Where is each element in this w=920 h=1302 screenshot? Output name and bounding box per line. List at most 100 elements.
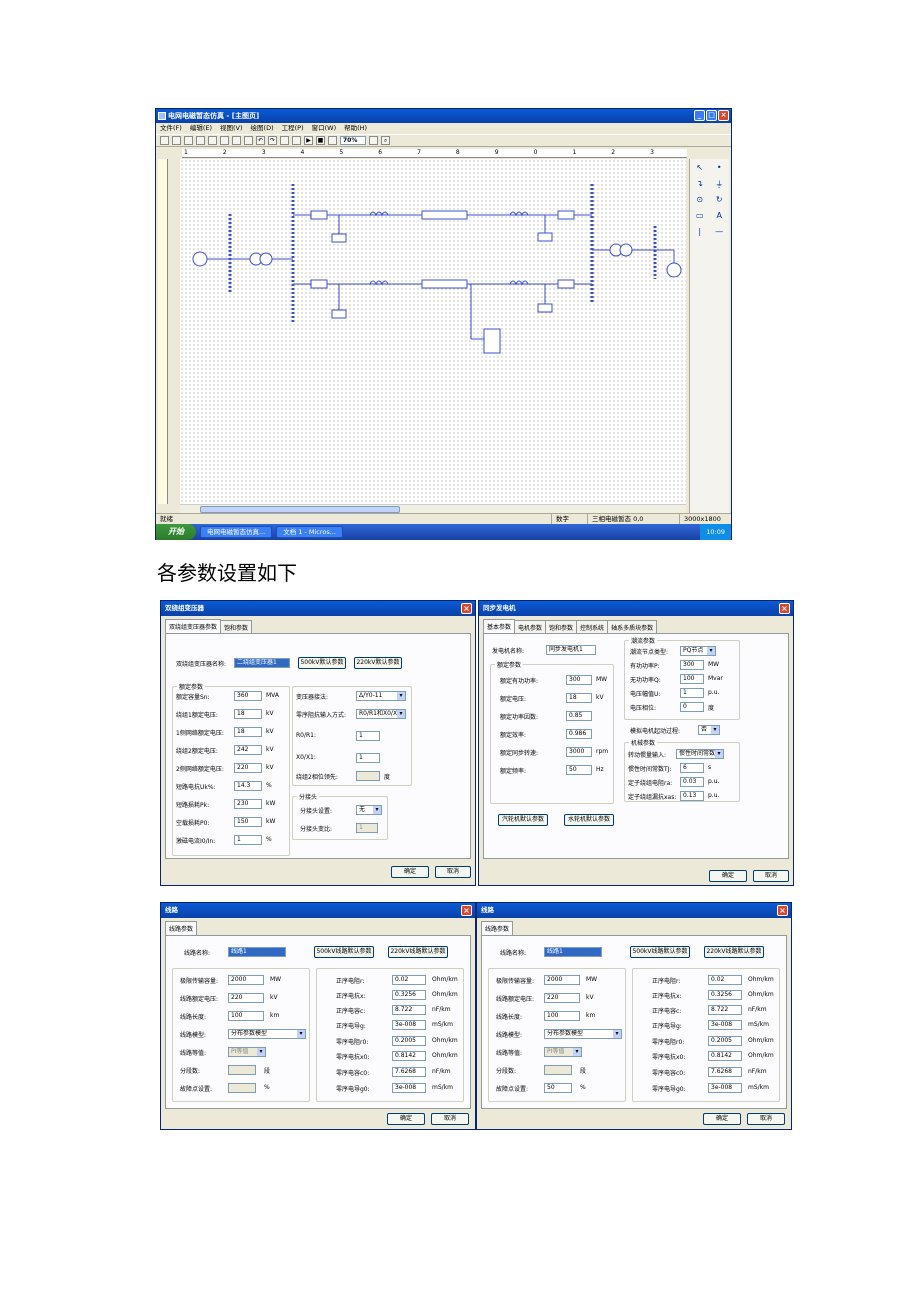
start-select[interactable]: 否 (698, 725, 720, 735)
tab-line-params[interactable]: 线路参数 (165, 921, 198, 936)
r1-input[interactable]: 0.02 (708, 975, 742, 985)
settings-icon[interactable] (292, 136, 301, 145)
vline-icon[interactable]: | (690, 227, 710, 243)
g0-input[interactable]: 3e-008 (708, 1083, 742, 1093)
rated-voltage-input[interactable]: 220 (544, 993, 580, 1003)
winding1-voltage-input[interactable]: 18 (234, 709, 262, 719)
i0-input[interactable]: 1 (234, 835, 262, 845)
capacitor-box[interactable] (331, 233, 347, 243)
x0x1-input[interactable]: 1 (356, 753, 380, 763)
menu-help[interactable]: 帮助(H) (344, 123, 367, 134)
cancel-button[interactable]: 取消 (435, 866, 471, 878)
new-icon[interactable] (160, 136, 169, 145)
winding2-voltage-input[interactable]: 242 (234, 745, 262, 755)
tap-select[interactable]: 无 (356, 805, 382, 815)
tab-basic[interactable]: 基本参数 (483, 619, 516, 634)
tab-line-params[interactable]: 线路参数 (481, 921, 514, 936)
menu-draw[interactable]: 绘图(D) (251, 123, 274, 134)
name-input[interactable]: 二绕组变压器1 (234, 658, 290, 668)
line-name-input[interactable]: 线路1 (544, 947, 602, 957)
default-500kv-button[interactable]: 500kV默认参数 (298, 657, 346, 669)
x0-input[interactable]: 0.8142 (708, 1051, 742, 1061)
connection-select[interactable]: Δ/Y0-11 (356, 691, 406, 701)
menu-view[interactable]: 视图(V) (220, 123, 243, 134)
copy-icon[interactable] (232, 136, 241, 145)
flow-u-input[interactable]: 1 (680, 688, 704, 698)
wire-icon[interactable]: ↴ (690, 179, 710, 195)
side1-voltage-input[interactable]: 18 (234, 727, 262, 737)
rated-voltage-input[interactable]: 220 (228, 993, 264, 1003)
flow-q-input[interactable]: 100 (680, 674, 704, 684)
pk-input[interactable]: 230 (234, 799, 262, 809)
length-input[interactable]: 100 (544, 1011, 580, 1021)
rated-power-input[interactable]: 300 (566, 675, 592, 685)
g1-input[interactable]: 3e-008 (392, 1020, 426, 1030)
c1-input[interactable]: 8.722 (392, 1005, 426, 1015)
capacitor-box[interactable] (331, 309, 347, 319)
ground-icon[interactable]: ⏚ (710, 179, 730, 195)
default-500kv-line-button[interactable]: 500kV线路默认参数 (630, 946, 690, 958)
close-icon[interactable]: × (461, 603, 472, 614)
xas-input[interactable]: 0.13 (680, 791, 704, 801)
cancel-button[interactable]: 取消 (431, 1113, 469, 1125)
node-type-select[interactable]: PQ节点 (680, 646, 716, 656)
inertia-mode-select[interactable]: 惯性时间常数 (676, 749, 724, 759)
frequency-input[interactable]: 50 (566, 765, 592, 775)
line-segment[interactable] (421, 279, 468, 289)
x0-input[interactable]: 0.8142 (392, 1051, 426, 1061)
c0-input[interactable]: 7.6268 (708, 1067, 742, 1077)
close-button[interactable]: × (718, 110, 729, 121)
menu-file[interactable]: 文件(F) (160, 123, 182, 134)
g1-input[interactable]: 3e-008 (708, 1020, 742, 1030)
x1-input[interactable]: 0.3256 (392, 990, 426, 1000)
rated-voltage-input[interactable]: 18 (566, 693, 592, 703)
p0-input[interactable]: 150 (234, 817, 262, 827)
speed-input[interactable]: 3000 (566, 747, 592, 757)
generator-left-icon[interactable] (192, 251, 208, 267)
uk-input[interactable]: 14.3 (234, 781, 262, 791)
cut-icon[interactable] (220, 136, 229, 145)
line-breaker[interactable] (557, 210, 575, 220)
preview-icon[interactable] (208, 136, 217, 145)
stop-icon[interactable]: ■ (316, 136, 325, 145)
capacity-input[interactable]: 2000 (544, 975, 580, 985)
search-icon[interactable]: ⌕ (381, 136, 390, 145)
ok-button[interactable]: 确定 (391, 866, 429, 878)
ok-button[interactable]: 确定 (709, 870, 747, 882)
minimize-button[interactable]: _ (694, 110, 705, 121)
flow-angle-input[interactable]: 0 (680, 702, 704, 712)
menu-window[interactable]: 窗口(W) (312, 123, 337, 134)
maximize-button[interactable]: □ (706, 110, 717, 121)
line-segment[interactable] (421, 210, 468, 220)
generator-right-icon[interactable] (666, 262, 682, 278)
efficiency-input[interactable]: 0.986 (566, 729, 592, 739)
text-icon[interactable]: A (710, 211, 730, 227)
diagram-canvas[interactable] (180, 159, 686, 504)
steam-default-button[interactable]: 汽轮机默认参数 (498, 814, 548, 826)
close-icon[interactable]: × (779, 603, 790, 614)
line-model-select[interactable]: 分布参数模型 (544, 1029, 622, 1039)
ok-button[interactable]: 确定 (387, 1113, 425, 1125)
default-220kv-line-button[interactable]: 220kV线路默认参数 (388, 946, 448, 958)
hydro-default-button[interactable]: 水轮机默认参数 (564, 814, 614, 826)
r0-input[interactable]: 0.2005 (392, 1036, 426, 1046)
chart-icon[interactable] (328, 136, 337, 145)
r0-input[interactable]: 0.2005 (708, 1036, 742, 1046)
cancel-button[interactable]: 取消 (747, 1113, 785, 1125)
hline-icon[interactable]: — (710, 227, 730, 243)
source-icon[interactable]: ⊙ (690, 195, 710, 211)
rotate-icon[interactable]: ↻ (710, 195, 730, 211)
start-button[interactable]: 开始 (156, 524, 196, 540)
capacitor-box[interactable] (537, 232, 553, 242)
fault-point-input[interactable]: 50 (544, 1083, 572, 1093)
length-input[interactable]: 100 (228, 1011, 264, 1021)
g0-input[interactable]: 3e-008 (392, 1083, 426, 1093)
component-icon[interactable]: ▭ (690, 211, 710, 227)
zoom-select[interactable]: 70% (340, 136, 366, 145)
menu-project[interactable]: 工程(P) (282, 123, 304, 134)
capacity-input[interactable]: 2000 (228, 975, 264, 985)
close-icon[interactable]: × (777, 905, 788, 916)
c0-input[interactable]: 7.6268 (392, 1067, 426, 1077)
flow-p-input[interactable]: 300 (680, 660, 704, 670)
open-icon[interactable] (172, 136, 181, 145)
